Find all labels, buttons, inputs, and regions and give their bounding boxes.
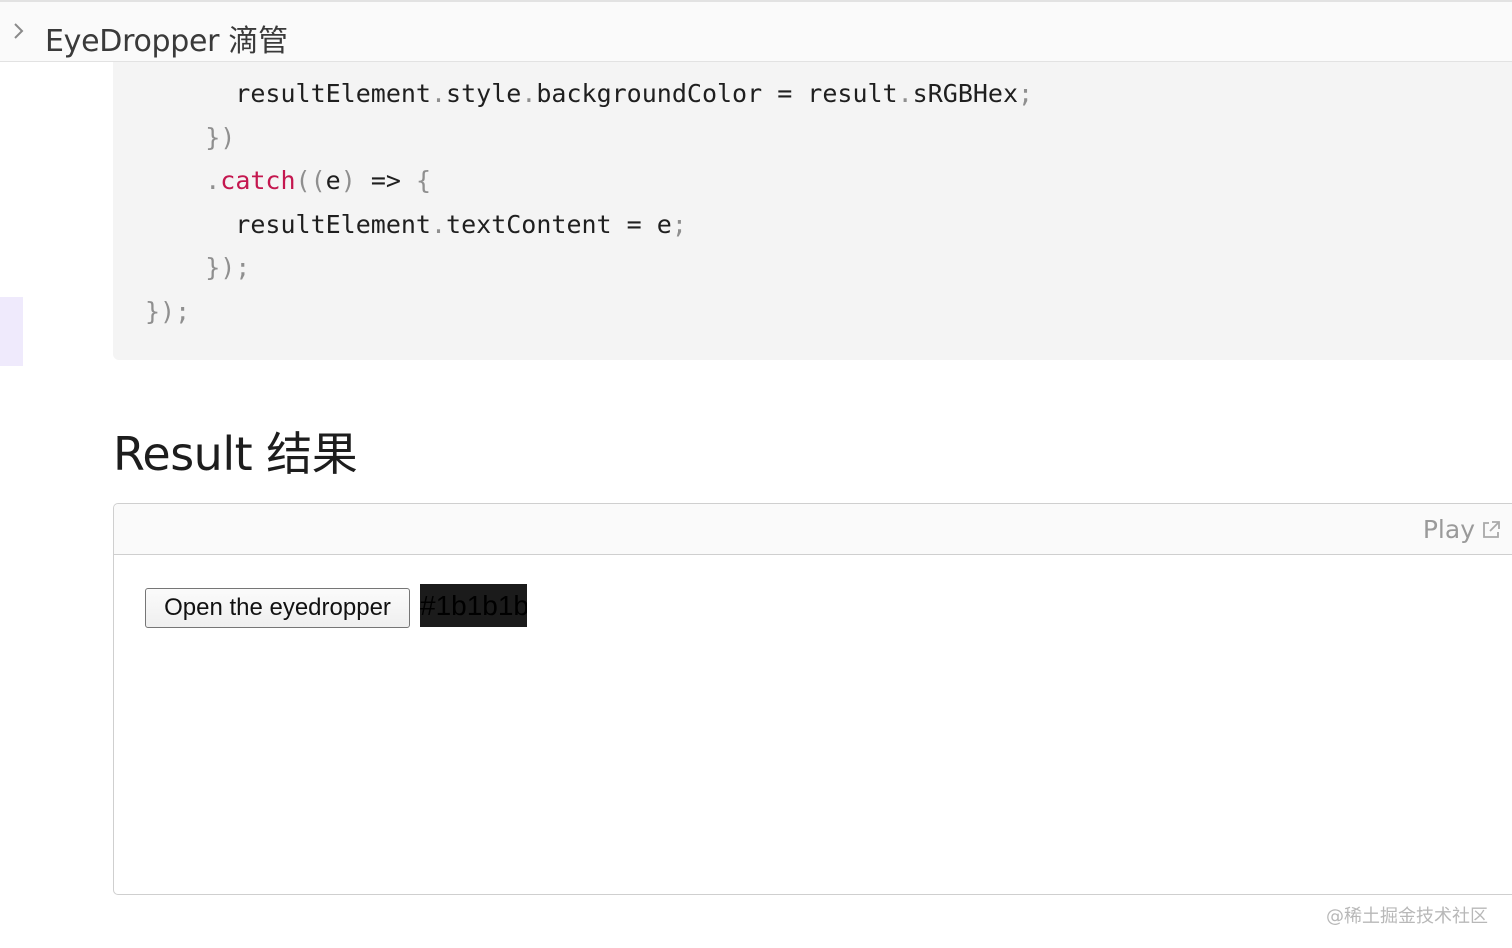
code-token: . <box>145 166 221 196</box>
code-token: sRGBHex <box>912 79 1019 108</box>
code-token: . <box>430 209 447 239</box>
code-token: ; <box>671 209 687 239</box>
code-block: resultElement.style.backgroundColor = re… <box>113 62 1512 360</box>
result-heading: Result 结果 <box>113 427 358 481</box>
play-link[interactable]: Play <box>1423 515 1501 544</box>
code-line: .catch((e) => { <box>145 159 1033 203</box>
code-token: }); <box>145 296 191 326</box>
code-line: resultElement.style.backgroundColor = re… <box>145 72 1033 116</box>
sidebar-accent <box>0 297 23 366</box>
code-token: . <box>897 79 913 108</box>
code-token: ) <box>340 166 356 196</box>
picked-color-result: #1b1b1b <box>420 584 527 627</box>
section-title: EyeDropper 滴管 <box>45 24 288 59</box>
section-header[interactable]: EyeDropper 滴管 <box>0 0 1512 62</box>
code-line: }) <box>145 116 1033 160</box>
code-token: { <box>415 166 432 196</box>
watermark: @稀土掘金技术社区 <box>1326 906 1488 927</box>
result-frame: Play Open the eyedropper #1b1b1b <box>113 503 1512 895</box>
chevron-right-icon[interactable] <box>10 20 28 42</box>
code-line: resultElement.textContent = e; <box>145 203 1033 247</box>
code-token: resultElement <box>145 209 431 239</box>
code-content: resultElement.style.backgroundColor = re… <box>145 72 1033 334</box>
code-token: catch <box>220 166 296 196</box>
code-token: resultElement <box>145 79 431 108</box>
code-token: e <box>325 166 341 196</box>
external-link-icon <box>1483 520 1500 538</box>
code-token: . <box>430 79 447 108</box>
code-token: style <box>446 79 522 108</box>
code-token: }) <box>145 122 236 152</box>
code-token: . <box>521 79 537 108</box>
result-toolbar: Play <box>114 504 1512 555</box>
code-line: }); <box>145 246 1033 290</box>
code-line: }); <box>145 290 1033 334</box>
code-token: (( <box>295 166 326 196</box>
code-token: backgroundColor = result <box>536 79 898 108</box>
code-token: => <box>355 166 416 196</box>
page: EyeDropper 滴管 resultElement.style.backgr… <box>0 0 1512 948</box>
code-token: textContent = e <box>446 209 672 239</box>
code-token: ; <box>1018 79 1034 108</box>
play-label: Play <box>1422 515 1475 544</box>
open-eyedropper-button[interactable]: Open the eyedropper <box>145 588 410 628</box>
code-token: }); <box>145 253 251 283</box>
